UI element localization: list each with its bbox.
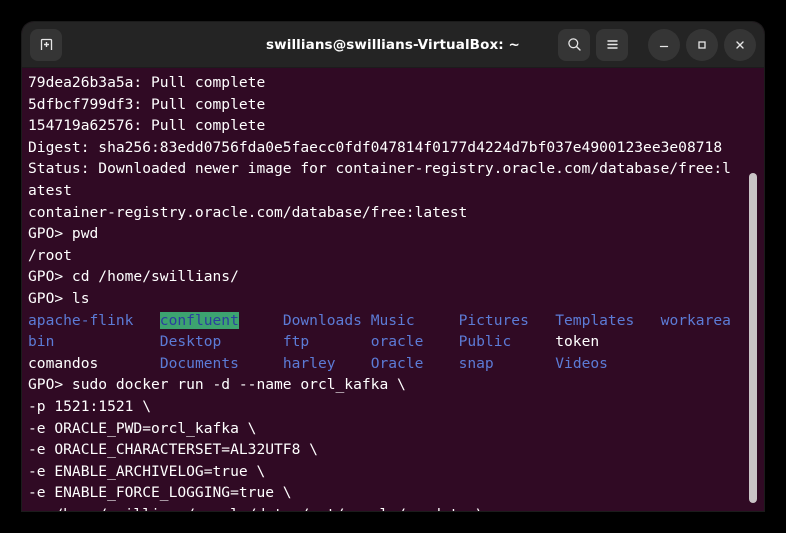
ls-entry-token: token (555, 333, 600, 351)
scrollbar-thumb[interactable] (749, 173, 757, 503)
maximize-button[interactable] (686, 28, 718, 61)
terminal-scrollbar[interactable] (746, 68, 760, 511)
terminal-screen: 79dea26b3a5a: Pull complete 5dfbcf799df3:… (26, 72, 764, 511)
terminal-line: -e ENABLE_FORCE_LOGGING=true \ (28, 482, 764, 504)
ls-entry-downloads: Downloads (282, 311, 362, 329)
menu-button[interactable] (596, 28, 628, 61)
terminal-line: -e ENABLE_ARCHIVELOG=true \ (28, 461, 764, 483)
terminal-line: GPO> pwd (28, 223, 764, 245)
terminal-line: /root (28, 245, 764, 267)
arg-pwd: -e ORACLE_PWD=orcl_kafka \ (28, 419, 257, 437)
ls-gap (423, 333, 458, 350)
arg-charset: -e ORACLE_CHARACTERSET=AL32UTF8 \ (28, 441, 318, 459)
arg-port: -p 1521:1521 \ (28, 397, 152, 415)
new-tab-button[interactable] (30, 28, 62, 61)
window-titlebar: swillians@swillians-VirtualBox: ~ (22, 22, 764, 68)
ls-entry-public: Public (458, 333, 512, 351)
cmd-docker: GPO> sudo docker run -d --name orcl_kafk… (28, 376, 406, 394)
ls-gap (423, 355, 458, 372)
search-icon (567, 38, 581, 51)
image-ref: container-registry.oracle.com/database/f… (28, 203, 468, 221)
out-root: /root (28, 246, 72, 264)
ls-entry-ftp: ftp (282, 333, 310, 351)
ls-gap (415, 312, 459, 329)
cmd-pwd: GPO> pwd (28, 225, 99, 243)
terminal-body[interactable]: 79dea26b3a5a: Pull complete 5dfbcf799df3:… (22, 68, 764, 511)
search-button[interactable] (558, 28, 590, 61)
ls-gap (133, 312, 159, 329)
ls-gap (336, 355, 371, 372)
terminal-line: 79dea26b3a5a: Pull complete (28, 72, 764, 94)
cmd-cd: GPO> cd /home/swillians/ (28, 268, 239, 286)
terminal-line: atest (28, 180, 764, 202)
pull-3: 154719a62576: Pull complete (28, 117, 266, 135)
terminal-line: 5dfbcf799df3: Pull complete (28, 94, 764, 116)
terminal-line: GPO> cd /home/swillians/ (28, 266, 764, 288)
maximize-icon (698, 40, 706, 49)
ls-entry-bin: bin (28, 333, 55, 351)
ls-gap (239, 312, 283, 329)
pull-1: 79dea26b3a5a: Pull complete (28, 74, 266, 91)
ls-gap (239, 355, 283, 372)
cmd-ls: GPO> ls (28, 289, 90, 307)
close-button[interactable] (724, 28, 756, 61)
titlebar-controls (558, 28, 756, 61)
new-tab-icon (40, 38, 52, 50)
status-1: Status: Downloaded newer image for conta… (28, 160, 731, 178)
ls-entry-music: Music (370, 311, 415, 329)
ls-entry-videos: Videos (555, 354, 608, 372)
ls-entry-workarea: workarea (660, 311, 731, 329)
ls-output-row: comandos Documents harley Oracle snap Vi… (28, 353, 764, 375)
ls-entry-snap: snap (458, 354, 494, 372)
ls-output-row: apache-flink confluent Downloads Music P… (28, 310, 764, 332)
hamburger-menu-icon (606, 40, 618, 49)
terminal-line: 154719a62576: Pull complete (28, 115, 764, 137)
ls-gap (362, 312, 371, 329)
digest: Digest: sha256:83edd0756fda0e5faecc0fdf0… (28, 138, 723, 156)
ls-entry-pictures: Pictures (458, 311, 529, 329)
terminal-line: Status: Downloaded newer image for conta… (28, 158, 764, 180)
ls-entry-templates: Templates (555, 311, 635, 329)
ls-entry-oracle: Oracle (370, 354, 424, 372)
ls-output-row: bin Desktop ftp oracle Public token (28, 331, 764, 353)
minimize-icon (659, 45, 669, 47)
terminal-line: -p 1521:1521 \ (28, 396, 764, 418)
ls-gap (494, 355, 556, 372)
arg-volume: -v /home/swillians/oracle/data:/opt/orac… (28, 506, 485, 511)
minimize-button[interactable] (648, 28, 680, 61)
ls-entry-oracle: oracle (370, 333, 424, 351)
terminal-line: container-registry.oracle.com/database/f… (28, 202, 764, 224)
ls-entry-harley: harley (282, 354, 336, 372)
ls-gap (511, 333, 555, 350)
ls-gap (221, 333, 283, 350)
close-icon (736, 40, 744, 49)
ls-entry-documents: Documents (159, 354, 239, 372)
terminal-window: swillians@swillians-VirtualBox: ~ 79dea2… (22, 22, 764, 511)
ls-gap (309, 333, 371, 350)
terminal-line: GPO> sudo docker run -d --name orcl_kafk… (28, 374, 764, 396)
ls-gap (634, 312, 660, 329)
terminal-line: Digest: sha256:83edd0756fda0e5faecc0fdf0… (28, 137, 764, 159)
arg-archive: -e ENABLE_ARCHIVELOG=true \ (28, 462, 266, 480)
pull-2: 5dfbcf799df3: Pull complete (28, 95, 266, 113)
ls-entry-confluent: confluent (159, 311, 239, 329)
status-2: atest (28, 181, 72, 199)
ls-gap (98, 355, 160, 372)
ls-gap (529, 312, 555, 329)
ls-entry-desktop: Desktop (159, 333, 222, 351)
ls-gap (54, 333, 159, 350)
terminal-line: -e ORACLE_PWD=orcl_kafka \ (28, 418, 764, 440)
arg-forcelog: -e ENABLE_FORCE_LOGGING=true \ (28, 484, 292, 502)
ls-entry-comandos: comandos (28, 354, 99, 372)
terminal-line: GPO> ls (28, 288, 764, 310)
ls-entry-apache-flink: apache-flink (28, 311, 134, 329)
terminal-line: -e ORACLE_CHARACTERSET=AL32UTF8 \ (28, 439, 764, 461)
terminal-line: -v /home/swillians/oracle/data:/opt/orac… (28, 504, 764, 511)
